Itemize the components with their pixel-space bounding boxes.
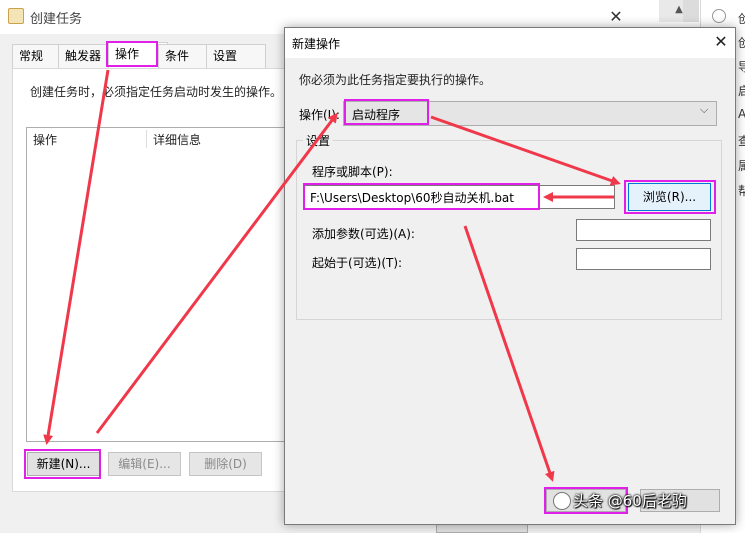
annotation-arrows [43,69,621,482]
arrow-tab-to-new [43,69,110,445]
arrow-path-to-ok [463,225,555,482]
arrow-operation-to-browse [430,115,621,186]
watermark: 头条 @60后老驹 [573,492,687,510]
watermark-logo-icon [553,492,571,510]
arrow-new-to-operation [95,112,338,434]
